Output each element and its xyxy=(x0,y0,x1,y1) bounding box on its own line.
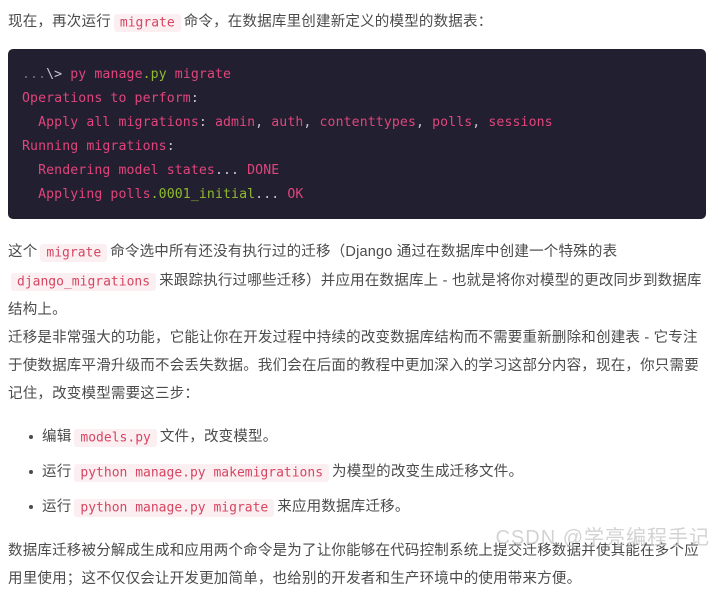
inline-code-django-migrations: django_migrations xyxy=(11,272,157,291)
code-token: Rendering model states xyxy=(22,163,215,178)
migration-paragraph: 迁移是非常强大的功能，它能让你在开发过程中持续的改变数据库结构而不需要重新删除和… xyxy=(8,330,699,402)
code-token: : xyxy=(198,115,207,130)
article-page: 现在，再次运行 migrate 命令，在数据库里创建新定义的模型的数据表： ...\… xyxy=(0,0,718,587)
explain-paragraph: 这个 migrate 命令选中所有还没有执行过的迁移（Django 通过在数据库中创… xyxy=(8,225,710,324)
code-token: ... xyxy=(22,67,47,82)
code-token: OK xyxy=(279,187,304,202)
step-list-item: 编辑 models.py 文件，改变模型。 xyxy=(29,420,710,455)
intro-paragraph: 现在，再次运行 migrate 命令，在数据库里创建新定义的模型的数据表： xyxy=(8,0,710,43)
code-token: Apply all migrations xyxy=(22,115,199,130)
code-token: .py xyxy=(142,67,167,82)
code-token: , xyxy=(415,115,425,130)
code-token: py manage xyxy=(62,67,143,82)
step-prefix: 编辑 xyxy=(42,429,72,445)
step-prefix: 运行 xyxy=(42,464,72,480)
code-token: : xyxy=(190,91,199,106)
code-token: Applying polls xyxy=(22,187,151,202)
code-token: sessions xyxy=(480,115,553,130)
code-token: polls xyxy=(424,115,473,130)
terminal-code-block: ...\> py manage.py migrate Operations to… xyxy=(8,49,706,219)
step-inline-code: models.py xyxy=(74,428,157,447)
code-token: ... xyxy=(255,187,280,202)
terminal-output: ...\> py manage.py migrate Operations to… xyxy=(22,63,692,207)
step-list-item: 运行 python manage.py makemigrations 为模型的改变生… xyxy=(29,455,710,490)
inline-code-migrate-2: migrate xyxy=(40,243,108,262)
step-inline-code: python manage.py makemigrations xyxy=(74,463,330,482)
steps-list: 编辑 models.py 文件，改变模型。 运行 python manage.py ma… xyxy=(8,420,710,525)
code-token: auth xyxy=(263,115,304,130)
step-suffix: 为模型的改变生成迁移文件。 xyxy=(332,464,524,480)
step-inline-code: python manage.py migrate xyxy=(74,498,275,517)
step-suffix: 文件，改变模型。 xyxy=(159,429,278,445)
step-suffix: 来应用数据库迁移。 xyxy=(277,499,410,515)
inline-code-migrate: migrate xyxy=(113,13,181,32)
step-list-item: 运行 python manage.py migrate 来应用数据库迁移。 xyxy=(29,490,710,525)
explain-text-2: 命令选中所有还没有执行过的迁移（Django 通过在数据库中创建一个特殊的表 xyxy=(110,244,618,260)
explain-text-1: 这个 xyxy=(8,244,38,260)
code-token: ... xyxy=(214,163,240,178)
code-token: Operations to perform xyxy=(22,91,191,106)
step-prefix: 运行 xyxy=(42,499,72,515)
code-token: contenttypes xyxy=(311,115,416,130)
intro-text-after: 命令，在数据库里创建新定义的模型的数据表： xyxy=(183,14,493,30)
csdn-watermark: CSDN @学亮编程手记 xyxy=(495,527,710,549)
intro-text-before: 现在，再次运行 xyxy=(8,14,111,30)
code-token: \> xyxy=(46,67,63,82)
code-token: : xyxy=(166,139,175,154)
code-token: .0001_initial xyxy=(150,187,256,202)
code-token: DONE xyxy=(239,163,280,178)
code-token: admin xyxy=(206,115,256,130)
code-token: , xyxy=(255,115,264,130)
code-token: Running migrations xyxy=(22,139,167,154)
code-token: migrate xyxy=(166,67,232,82)
